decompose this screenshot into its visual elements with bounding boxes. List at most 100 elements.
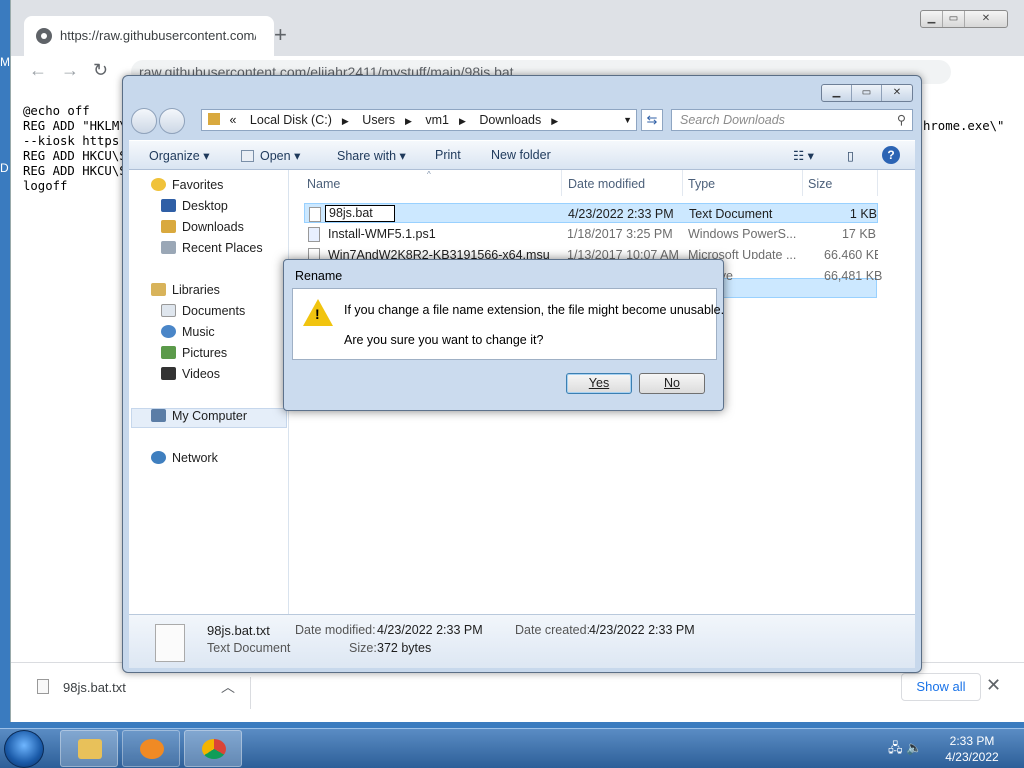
file-date: 4/23/2022 2:33 PM bbox=[568, 207, 674, 221]
back-arrow-icon[interactable]: ← bbox=[29, 60, 47, 81]
file-name: Install-WMF5.1.ps1 bbox=[328, 227, 436, 241]
nav-my-computer[interactable]: My Computer bbox=[151, 409, 247, 423]
forward-button[interactable] bbox=[159, 108, 185, 134]
file-row[interactable]: Install-WMF5.1.ps1 1/18/2017 3:25 PM Win… bbox=[304, 224, 878, 244]
libraries-icon bbox=[151, 283, 166, 296]
details-file-name: 98js.bat.txt bbox=[207, 623, 270, 638]
nav-music[interactable]: Music bbox=[161, 325, 215, 339]
close-icon[interactable]: ✕ bbox=[986, 675, 1001, 696]
breadcrumb-downloads[interactable]: Downloads bbox=[479, 113, 541, 127]
text-file-icon bbox=[309, 207, 321, 222]
close-button[interactable]: ✕ bbox=[965, 11, 1007, 27]
nav-libraries[interactable]: Libraries bbox=[151, 283, 220, 297]
nav-label: Desktop bbox=[182, 199, 228, 213]
search-placeholder: Search Downloads bbox=[680, 113, 785, 127]
navigation-pane: Favorites Desktop Downloads Recent Place… bbox=[129, 170, 289, 614]
browser-tab[interactable]: https://raw.githubusercontent.com/elijah… bbox=[24, 16, 274, 56]
taskbar-media-player[interactable] bbox=[122, 730, 180, 767]
nav-pictures[interactable]: Pictures bbox=[161, 346, 227, 360]
command-bar: Organize ▾ Open ▾ Share with ▾ Print New… bbox=[129, 140, 915, 170]
rename-input[interactable]: 98js.bat bbox=[325, 205, 395, 222]
dialog-body: ! If you change a file name extension, t… bbox=[292, 288, 724, 360]
column-header-size[interactable]: Size bbox=[808, 177, 832, 191]
forward-arrow-icon[interactable]: → bbox=[61, 60, 79, 81]
rename-dialog: Rename ! If you change a file name exten… bbox=[283, 259, 724, 411]
column-divider[interactable] bbox=[682, 170, 683, 196]
nav-label: My Computer bbox=[172, 409, 248, 423]
clock[interactable]: 2:33 PM 4/23/2022 bbox=[940, 733, 1004, 765]
nav-label: Favorites bbox=[172, 178, 224, 192]
volume-icon[interactable]: 🔈 bbox=[906, 740, 922, 755]
downloads-folder-icon bbox=[161, 220, 176, 233]
explorer-window-controls: ▁ ▭ ✕ bbox=[821, 84, 913, 102]
close-button[interactable]: ✕ bbox=[882, 85, 912, 101]
column-divider[interactable] bbox=[561, 170, 562, 196]
breadcrumb-prefix[interactable]: « bbox=[229, 113, 236, 127]
breadcrumb-users[interactable]: Users bbox=[362, 113, 395, 127]
file-size: 66,460 KB bbox=[824, 248, 878, 259]
show-all-button[interactable]: Show all bbox=[901, 673, 981, 701]
column-header-date[interactable]: Date modified bbox=[568, 177, 645, 191]
breadcrumb-vm1[interactable]: vm1 bbox=[425, 113, 449, 127]
content-line: @echo off bbox=[23, 104, 90, 118]
clock-time: 2:33 PM bbox=[949, 734, 995, 748]
open-label: Open bbox=[260, 149, 291, 163]
chevron-right-icon[interactable]: ▶ bbox=[342, 116, 349, 126]
folder-icon bbox=[78, 739, 102, 759]
view-options-icon[interactable]: ☷ ▾ bbox=[793, 148, 814, 163]
column-divider[interactable] bbox=[802, 170, 803, 196]
search-input[interactable]: Search Downloads ⚲ bbox=[671, 109, 913, 131]
videos-icon bbox=[161, 367, 176, 380]
new-tab-button[interactable]: + bbox=[274, 22, 287, 48]
start-button[interactable] bbox=[4, 730, 44, 768]
chevron-right-icon[interactable]: ▶ bbox=[405, 116, 412, 126]
share-with-menu[interactable]: Share with ▾ bbox=[337, 148, 406, 163]
chevron-up-icon[interactable]: ︿ bbox=[221, 677, 235, 697]
refresh-icon[interactable]: ⇆ bbox=[641, 109, 663, 131]
nav-recent-places[interactable]: Recent Places bbox=[161, 241, 263, 255]
nav-downloads[interactable]: Downloads bbox=[161, 220, 244, 234]
taskbar-chrome[interactable] bbox=[184, 730, 242, 767]
documents-icon bbox=[161, 304, 176, 317]
open-icon bbox=[241, 150, 254, 162]
nav-network[interactable]: Network bbox=[151, 451, 218, 465]
column-header-type[interactable]: Type bbox=[688, 177, 715, 191]
nav-buttons bbox=[131, 107, 191, 135]
organize-menu[interactable]: Organize ▾ bbox=[149, 148, 209, 163]
column-divider[interactable] bbox=[877, 170, 878, 196]
back-button[interactable] bbox=[131, 108, 157, 134]
share-label: Share with bbox=[337, 149, 397, 163]
yes-button[interactable]: Yes bbox=[566, 373, 632, 394]
content-fragment: hrome.exe\" bbox=[923, 119, 1005, 133]
reload-icon[interactable]: ↻ bbox=[93, 60, 108, 81]
column-header-name[interactable]: Name bbox=[307, 177, 340, 191]
maximize-button[interactable]: ▭ bbox=[943, 11, 965, 27]
minimize-button[interactable]: ▁ bbox=[822, 85, 852, 101]
chrome-window-controls: ▁ ▭ ✕ bbox=[920, 10, 1008, 28]
download-item[interactable]: 98js.bat.txt ︿ bbox=[31, 677, 251, 709]
update-file-icon bbox=[308, 248, 320, 259]
address-bar[interactable]: « Local Disk (C:) ▶ Users ▶ vm1 ▶ Downloads… bbox=[201, 109, 637, 131]
dialog-message: If you change a file name extension, the… bbox=[344, 303, 725, 317]
open-menu[interactable]: Open ▾ bbox=[241, 148, 300, 163]
chevron-right-icon[interactable]: ▶ bbox=[459, 116, 466, 126]
network-tray-icon[interactable]: 🖧 bbox=[888, 740, 903, 755]
chevron-right-icon[interactable]: ▶ bbox=[551, 116, 558, 126]
tab-bar: https://raw.githubusercontent.com/elijah… bbox=[11, 0, 1024, 56]
taskbar-explorer[interactable] bbox=[60, 730, 118, 767]
new-folder-button[interactable]: New folder bbox=[491, 148, 551, 162]
chevron-down-icon[interactable]: ▼ bbox=[623, 110, 632, 130]
file-row[interactable]: Win7AndW2K8R2-KB3191566-x64.msu 1/13/201… bbox=[304, 245, 878, 259]
print-button[interactable]: Print bbox=[435, 148, 461, 162]
no-button[interactable]: No bbox=[639, 373, 705, 394]
nav-desktop[interactable]: Desktop bbox=[161, 199, 228, 213]
nav-documents[interactable]: Documents bbox=[161, 304, 245, 318]
breadcrumb-drive[interactable]: Local Disk (C:) bbox=[250, 113, 332, 127]
nav-videos[interactable]: Videos bbox=[161, 367, 220, 381]
maximize-button[interactable]: ▭ bbox=[852, 85, 882, 101]
file-row[interactable]: 98js.bat 4/23/2022 2:33 PM Text Document… bbox=[304, 203, 878, 223]
preview-pane-icon[interactable]: ▯ bbox=[847, 148, 854, 163]
help-icon[interactable]: ? bbox=[882, 146, 900, 164]
nav-favorites[interactable]: Favorites bbox=[151, 178, 223, 192]
minimize-button[interactable]: ▁ bbox=[921, 11, 943, 27]
